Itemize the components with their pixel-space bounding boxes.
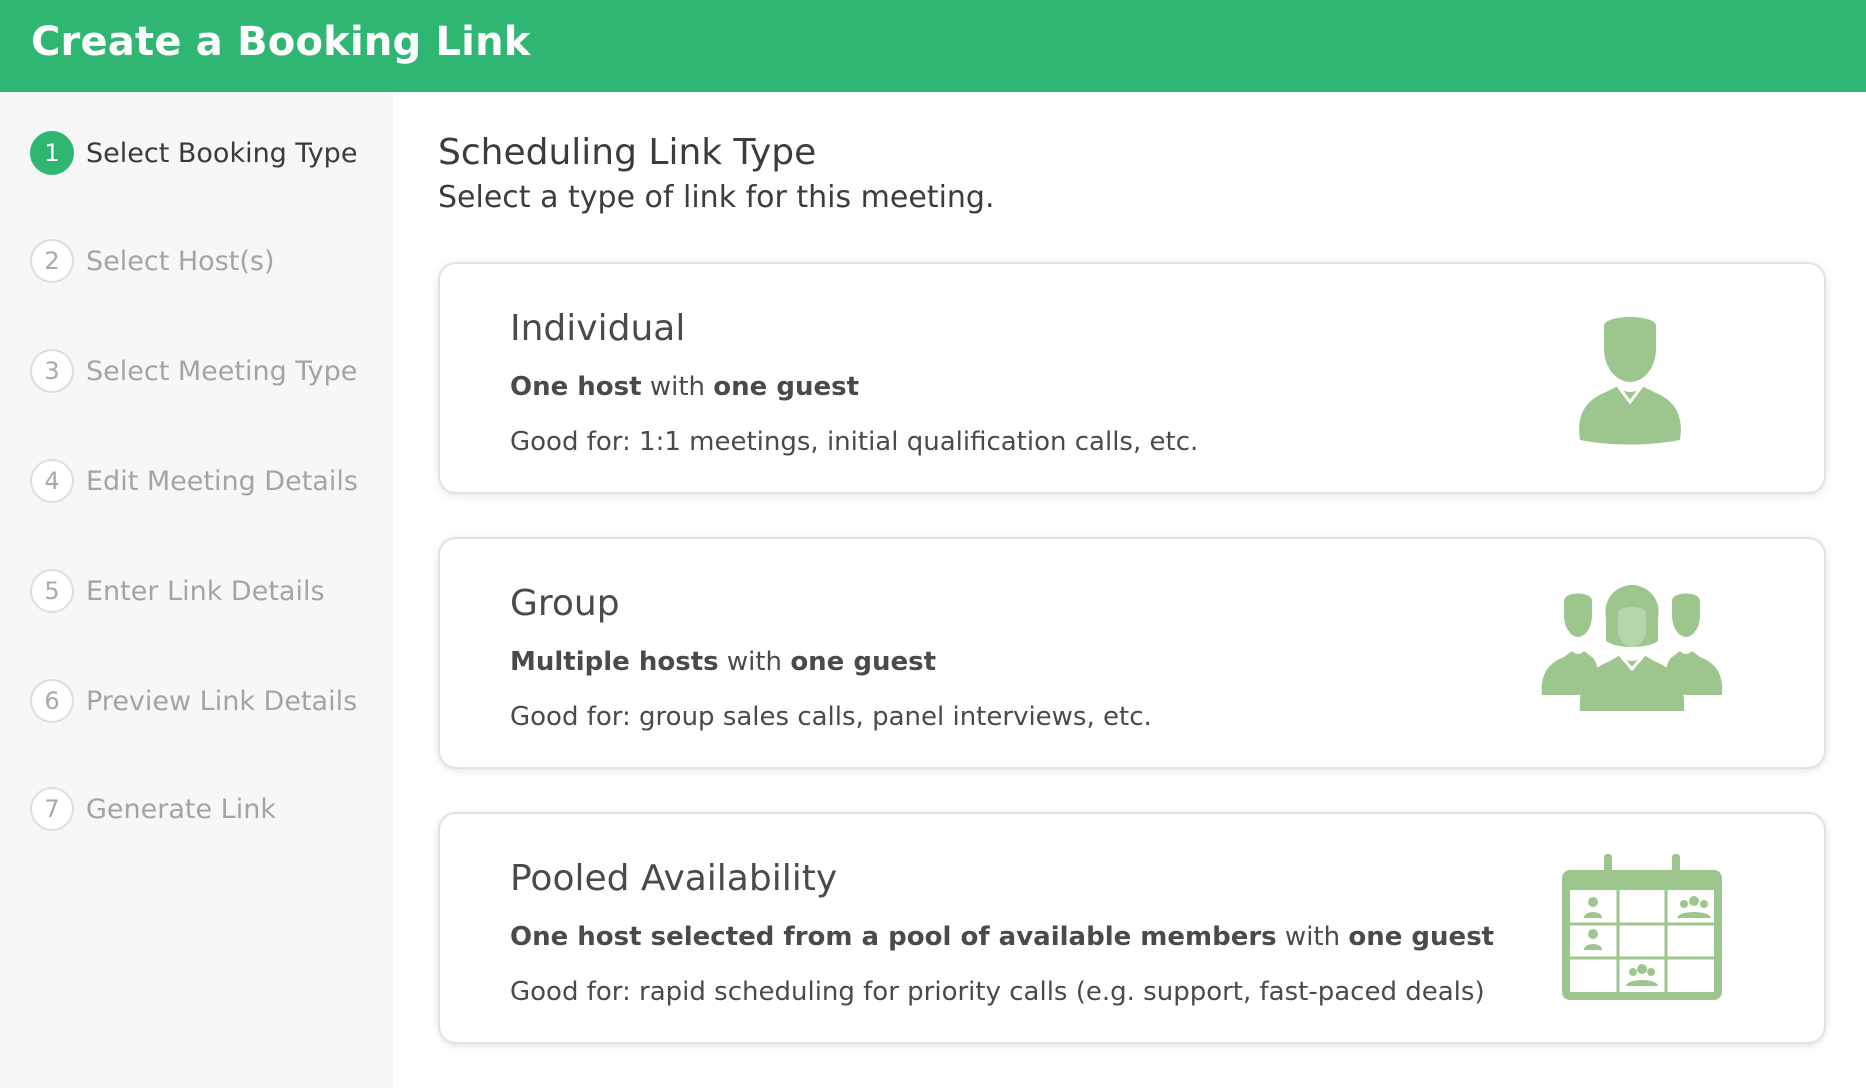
step-label: Select Booking Type <box>86 137 358 169</box>
card-desc-text: with <box>641 372 714 402</box>
step-number-badge: 1 <box>30 131 74 175</box>
step-select-hosts[interactable]: 2 Select Host(s) <box>30 238 275 284</box>
step-label: Select Host(s) <box>86 245 275 277</box>
card-good-for: Good for: group sales calls, panel inter… <box>510 702 1152 732</box>
card-description: Multiple hosts with one guest <box>510 647 936 677</box>
card-desc-text: with <box>718 647 791 677</box>
step-label: Enter Link Details <box>86 575 325 607</box>
step-number-badge: 4 <box>30 459 74 503</box>
header-bar: Create a Booking Link <box>0 0 1866 92</box>
calendar-pool-icon <box>1562 854 1722 1000</box>
step-label: Edit Meeting Details <box>86 465 358 497</box>
step-label: Generate Link <box>86 793 276 825</box>
group-people-icon <box>1541 585 1723 711</box>
card-title: Individual <box>510 308 686 349</box>
step-enter-link-details[interactable]: 5 Enter Link Details <box>30 568 325 614</box>
card-good-for: Good for: rapid scheduling for priority … <box>510 977 1485 1007</box>
card-desc-bold: One host selected from a pool of availab… <box>510 922 1277 952</box>
step-select-booking-type[interactable]: 1 Select Booking Type <box>30 130 357 176</box>
card-desc-bold: one guest <box>790 647 937 677</box>
link-type-card-individual[interactable]: Individual One host with one guest Good … <box>438 262 1826 494</box>
section-title: Scheduling Link Type <box>438 132 817 173</box>
page-title: Create a Booking Link <box>31 19 531 65</box>
step-preview-link-details[interactable]: 6 Preview Link Details <box>30 678 357 724</box>
card-desc-bold: One host <box>510 372 642 402</box>
card-desc-bold: one guest <box>1348 922 1495 952</box>
card-description: One host selected from a pool of availab… <box>510 922 1494 952</box>
card-title: Group <box>510 583 620 624</box>
step-label: Preview Link Details <box>86 685 358 717</box>
link-type-card-group[interactable]: Group Multiple hosts with one guest Good… <box>438 537 1826 769</box>
card-description: One host with one guest <box>510 372 859 402</box>
step-number-badge: 2 <box>30 239 74 283</box>
steps-sidebar: 1 Select Booking Type 2 Select Host(s) 3… <box>0 92 393 1088</box>
card-desc-text: with <box>1276 922 1349 952</box>
link-type-card-pooled-availability[interactable]: Pooled Availability One host selected fr… <box>438 812 1826 1044</box>
step-number-badge: 5 <box>30 569 74 613</box>
single-person-icon <box>1579 317 1681 445</box>
step-generate-link[interactable]: 7 Generate Link <box>30 786 276 832</box>
step-number-badge: 6 <box>30 679 74 723</box>
card-desc-bold: one guest <box>713 372 859 402</box>
step-label: Select Meeting Type <box>86 355 358 387</box>
step-number-badge: 3 <box>30 349 74 393</box>
step-select-meeting-type[interactable]: 3 Select Meeting Type <box>30 348 357 394</box>
step-number-badge: 7 <box>30 787 74 831</box>
card-good-for: Good for: 1:1 meetings, initial qualific… <box>510 427 1199 457</box>
card-title: Pooled Availability <box>510 858 838 899</box>
section-subtitle: Select a type of link for this meeting. <box>438 180 995 215</box>
card-desc-bold: Multiple hosts <box>510 647 719 677</box>
step-edit-meeting-details[interactable]: 4 Edit Meeting Details <box>30 458 358 504</box>
